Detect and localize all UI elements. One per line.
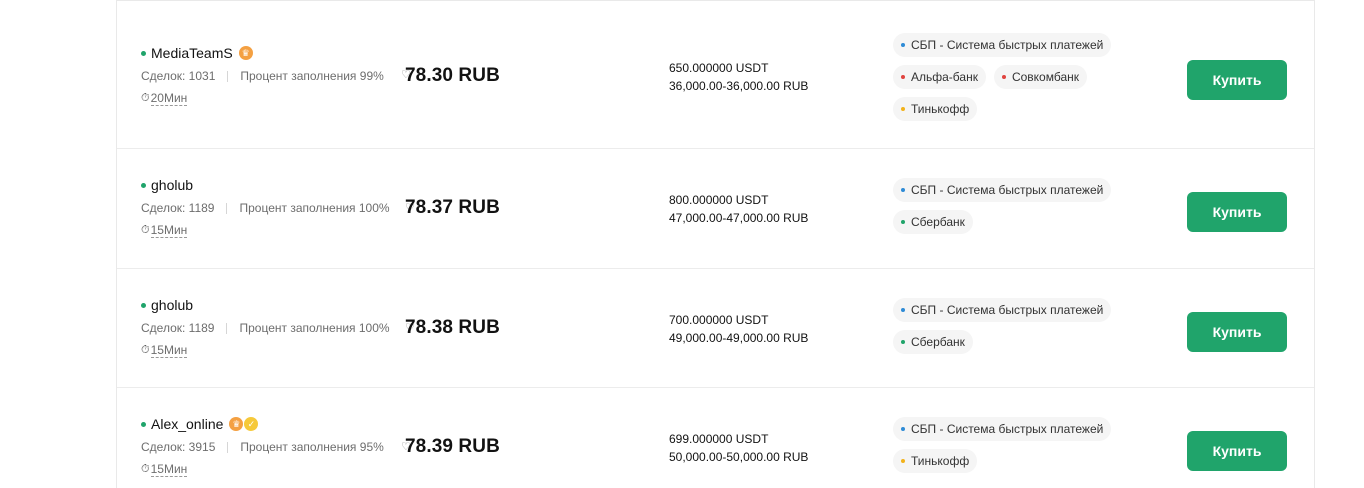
- payment-method-chip: СБП - Система быстрых платежей: [893, 298, 1112, 322]
- offers-list: MediaTeamS ♛ Сделок: 1031 Процент заполн…: [116, 0, 1315, 488]
- limit-range: 36,000.00-36,000.00 RUB: [669, 79, 809, 93]
- payment-time: 15Мин: [150, 222, 188, 238]
- offer-row: Alex_online ♛ ✓ Сделок: 3915 Процент зап…: [117, 388, 1314, 488]
- timer-icon: ⏱: [141, 343, 150, 356]
- deals-count: Сделок: 1031: [141, 69, 216, 83]
- offer-row: gholub Сделок: 1189 Процент заполнения 1…: [117, 269, 1314, 388]
- merchant-name[interactable]: gholub: [151, 297, 193, 313]
- payment-method-chip: Тинькофф: [893, 97, 978, 121]
- divider: [226, 202, 228, 214]
- merchant-name[interactable]: Alex_online: [151, 416, 223, 432]
- online-status-dot: [141, 421, 146, 427]
- fill-rate: Процент заполнения 95%: [240, 440, 384, 454]
- offer-amounts: 699.000000 USDT 50,000.00-50,000.00 RUB: [669, 430, 808, 466]
- limit-range: 50,000.00-50,000.00 RUB: [669, 450, 809, 464]
- payment-time: 15Мин: [150, 461, 188, 477]
- method-dot: [901, 340, 905, 344]
- offer-amounts: 800.000000 USDT 47,000.00-47,000.00 RUB: [669, 191, 808, 227]
- payment-method-chip: Тинькофф: [893, 449, 978, 473]
- divider: [227, 70, 229, 82]
- payment-methods: СБП - Система быстрых платежей Альфа-бан…: [893, 33, 1119, 129]
- payment-method-chip: Сбербанк: [893, 330, 973, 354]
- buy-button[interactable]: Купить: [1187, 192, 1287, 232]
- method-dot: [901, 107, 905, 111]
- payment-method-chip: СБП - Система быстрых платежей: [893, 178, 1112, 202]
- method-dot: [901, 188, 905, 192]
- available-amount: 699.000000 USDT: [669, 432, 769, 446]
- price: 78.37 RUB: [405, 197, 500, 218]
- method-dot: [901, 75, 905, 79]
- merchant-info: gholub Сделок: 1189 Процент заполнения 1…: [141, 296, 390, 358]
- crown-icon: ♛: [229, 417, 244, 431]
- online-status-dot: [141, 182, 146, 188]
- deals-count: Сделок: 1189: [141, 201, 215, 215]
- timer-icon: ⏱: [141, 223, 150, 236]
- deals-count: Сделок: 3915: [141, 440, 216, 454]
- payment-methods: СБП - Система быстрых платежей Сбербанк: [893, 178, 1119, 242]
- merchant-name[interactable]: gholub: [151, 177, 193, 193]
- offer-row: MediaTeamS ♛ Сделок: 1031 Процент заполн…: [117, 1, 1314, 149]
- payment-method-chip: Альфа-банк: [893, 65, 986, 89]
- method-dot: [901, 308, 905, 312]
- divider: [227, 441, 229, 453]
- payment-method-chip: СБП - Система быстрых платежей: [893, 33, 1112, 57]
- payment-time: 20Мин: [150, 90, 188, 106]
- fill-rate: Процент заполнения 100%: [239, 201, 390, 215]
- merchant-info: Alex_online ♛ ✓ Сделок: 3915 Процент зап…: [141, 415, 384, 477]
- payment-method-chip: Совкомбанк: [993, 65, 1087, 89]
- divider: [226, 322, 228, 334]
- crown-icon: ♛: [238, 46, 253, 60]
- offer-row: gholub Сделок: 1189 Процент заполнения 1…: [117, 149, 1314, 269]
- fill-rate: Процент заполнения 99%: [240, 69, 384, 83]
- buy-button[interactable]: Купить: [1187, 312, 1287, 352]
- merchant-info: gholub Сделок: 1189 Процент заполнения 1…: [141, 176, 390, 238]
- buy-button[interactable]: Купить: [1187, 60, 1287, 100]
- payment-method-chip: СБП - Система быстрых платежей: [893, 417, 1112, 441]
- payment-methods: СБП - Система быстрых платежей Тинькофф: [893, 417, 1119, 481]
- payment-methods: СБП - Система быстрых платежей Сбербанк: [893, 298, 1119, 362]
- payment-time: 15Мин: [150, 342, 188, 358]
- available-amount: 650.000000 USDT: [669, 61, 769, 75]
- payment-method-chip: Сбербанк: [893, 210, 973, 234]
- thumbs-up-icon: ✓: [244, 417, 259, 431]
- online-status-dot: [141, 50, 146, 56]
- offer-amounts: 650.000000 USDT 36,000.00-36,000.00 RUB: [669, 59, 808, 95]
- price: 78.39 RUB: [405, 436, 500, 457]
- online-status-dot: [141, 302, 146, 308]
- merchant-info: MediaTeamS ♛ Сделок: 1031 Процент заполн…: [141, 44, 384, 106]
- merchant-name[interactable]: MediaTeamS: [151, 45, 233, 61]
- timer-icon: ⏱: [141, 91, 150, 104]
- timer-icon: ⏱: [141, 462, 150, 475]
- buy-button[interactable]: Купить: [1187, 431, 1287, 471]
- fill-rate: Процент заполнения 100%: [239, 321, 390, 335]
- deals-count: Сделок: 1189: [141, 321, 215, 335]
- limit-range: 47,000.00-47,000.00 RUB: [669, 211, 809, 225]
- method-dot: [901, 427, 905, 431]
- available-amount: 800.000000 USDT: [669, 193, 769, 207]
- price: 78.30 RUB: [405, 65, 500, 86]
- price: 78.38 RUB: [405, 317, 500, 338]
- method-dot: [901, 459, 905, 463]
- method-dot: [901, 43, 905, 47]
- method-dot: [1001, 75, 1006, 79]
- method-dot: [901, 220, 905, 224]
- available-amount: 700.000000 USDT: [669, 313, 769, 327]
- limit-range: 49,000.00-49,000.00 RUB: [669, 331, 809, 345]
- offer-amounts: 700.000000 USDT 49,000.00-49,000.00 RUB: [669, 311, 808, 347]
